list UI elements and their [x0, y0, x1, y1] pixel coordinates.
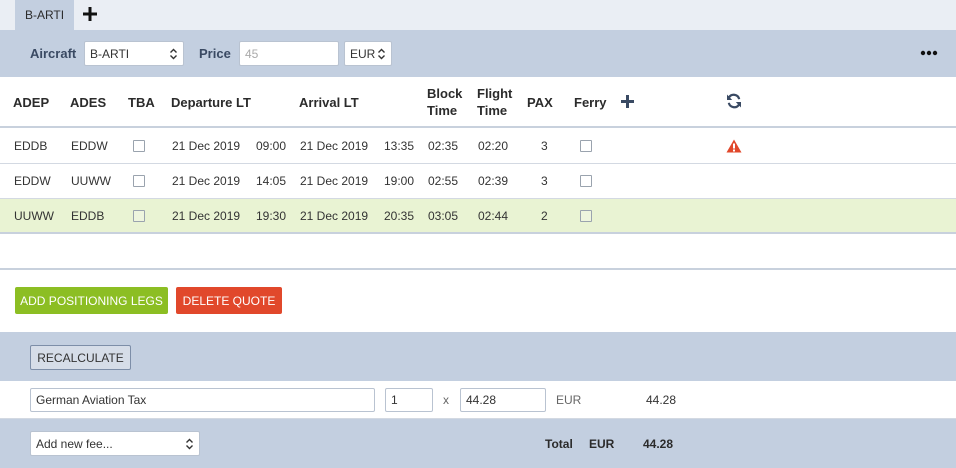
chevron-updown-icon: [170, 48, 177, 59]
tba-checkbox[interactable]: [133, 139, 145, 152]
fees-header-bar: RECALCULATE: [0, 332, 956, 381]
cell-pax[interactable]: 3: [541, 139, 548, 153]
col-flight-time-line2: Time: [477, 103, 508, 118]
cell-flight-time: 02:44: [478, 208, 509, 223]
fee-quantity-value: 1: [391, 393, 398, 407]
cell-ades[interactable]: UUWW: [71, 174, 111, 188]
table-row-selected[interactable]: UUWW EDDB 21 Dec 2019 19:30 21 Dec 2019 …: [0, 199, 956, 234]
col-ferry: Ferry: [574, 95, 607, 110]
quote-toolbar: Aircraft B-ARTI Price 45 EUR: [0, 30, 956, 77]
fee-unit-price-input[interactable]: 44.28: [460, 388, 546, 412]
currency-select[interactable]: EUR: [344, 41, 392, 66]
col-pax: PAX: [527, 95, 553, 110]
cell-arr-date[interactable]: 21 Dec 2019: [300, 209, 368, 223]
plus-icon: [83, 7, 97, 21]
cell-arr-time[interactable]: 13:35: [384, 139, 414, 153]
add-leg-plus-icon[interactable]: [621, 95, 634, 108]
recalculate-button[interactable]: RECALCULATE: [30, 345, 131, 370]
table-row[interactable]: EDDW UUWW 21 Dec 2019 14:05 21 Dec 2019 …: [0, 164, 956, 199]
cell-flight-time: 02:20: [478, 138, 509, 153]
cell-block-time: 03:05: [428, 208, 459, 223]
col-tba: TBA: [128, 95, 155, 110]
cell-adep[interactable]: UUWW: [14, 209, 54, 223]
ellipsis-icon[interactable]: [920, 49, 938, 57]
legs-table-header: ADEP ADES TBA Departure LT Arrival LT Bl…: [0, 77, 956, 128]
cell-dep-date[interactable]: 21 Dec 2019: [172, 139, 240, 153]
cell-flight-time: 02:39: [478, 174, 509, 188]
ferry-checkbox[interactable]: [580, 139, 592, 152]
cell-ades[interactable]: EDDW: [71, 139, 108, 153]
aircraft-select[interactable]: B-ARTI: [84, 41, 184, 66]
cell-arr-time[interactable]: 19:00: [384, 174, 414, 188]
col-block-time: Block Time: [427, 85, 462, 119]
cell-arr-date[interactable]: 21 Dec 2019: [300, 174, 368, 188]
fee-name-value: German Aviation Tax: [36, 393, 147, 407]
currency-value: EUR: [350, 46, 376, 61]
fee-multiplier: x: [443, 393, 449, 407]
tab-b-arti[interactable]: B-ARTI: [15, 0, 74, 30]
cell-adep[interactable]: EDDB: [14, 139, 47, 153]
cell-arr-time[interactable]: 20:35: [384, 209, 414, 223]
cell-dep-time[interactable]: 19:30: [256, 209, 286, 223]
total-label: Total: [545, 436, 573, 451]
tba-checkbox[interactable]: [133, 209, 145, 222]
fee-row: German Aviation Tax 1 x 44.28 EUR 44.28: [0, 381, 956, 419]
chevron-updown-icon: [186, 438, 193, 449]
tab-bar: B-ARTI: [0, 0, 956, 30]
cell-pax[interactable]: 3: [541, 174, 548, 188]
ferry-checkbox[interactable]: [580, 175, 592, 187]
add-tab-button[interactable]: [80, 3, 100, 25]
col-ades: ADES: [70, 95, 107, 110]
fee-quantity-input[interactable]: 1: [385, 388, 433, 412]
col-departure: Departure LT: [171, 95, 251, 110]
col-adep: ADEP: [13, 95, 50, 110]
cell-ades[interactable]: EDDB: [71, 209, 104, 223]
tba-checkbox[interactable]: [133, 175, 145, 187]
col-flight-time-line1: Flight: [477, 86, 513, 101]
price-placeholder: 45: [245, 46, 259, 61]
refresh-icon[interactable]: [726, 93, 742, 109]
total-currency: EUR: [589, 436, 615, 451]
price-label: Price: [199, 46, 231, 61]
cell-adep[interactable]: EDDW: [14, 174, 51, 188]
fee-amount: 44.28: [646, 393, 677, 407]
cell-dep-date[interactable]: 21 Dec 2019: [172, 209, 240, 223]
warning-triangle-icon[interactable]: [726, 139, 742, 153]
col-block-time-line1: Block: [427, 86, 463, 101]
cell-dep-time[interactable]: 14:05: [256, 174, 286, 188]
chevron-updown-icon: [378, 48, 385, 59]
add-fee-placeholder: Add new fee...: [36, 436, 113, 451]
col-arrival: Arrival LT: [299, 95, 359, 110]
delete-quote-button[interactable]: DELETE QUOTE: [176, 287, 282, 314]
add-fee-select[interactable]: Add new fee...: [30, 431, 200, 456]
total-value: 44.28: [643, 436, 674, 451]
cell-dep-date[interactable]: 21 Dec 2019: [172, 174, 240, 188]
price-input[interactable]: 45: [239, 41, 339, 66]
cell-arr-date[interactable]: 21 Dec 2019: [300, 139, 368, 153]
section-divider: [0, 268, 956, 270]
fee-unit-price-value: 44.28: [466, 393, 497, 407]
fee-currency: EUR: [556, 393, 582, 407]
table-row[interactable]: EDDB EDDW 21 Dec 2019 09:00 21 Dec 2019 …: [0, 128, 956, 164]
total-bar: Add new fee... Total EUR 44.28: [0, 419, 956, 468]
col-flight-time: Flight Time: [477, 85, 512, 119]
aircraft-value: B-ARTI: [90, 46, 130, 61]
cell-pax[interactable]: 2: [541, 209, 548, 223]
ferry-checkbox[interactable]: [580, 209, 592, 222]
tab-label: B-ARTI: [24, 8, 65, 22]
cell-block-time: 02:35: [428, 138, 459, 153]
fee-name-input[interactable]: German Aviation Tax: [30, 388, 375, 412]
aircraft-label: Aircraft: [30, 46, 77, 61]
add-positioning-legs-button[interactable]: ADD POSITIONING LEGS: [15, 287, 168, 314]
cell-dep-time[interactable]: 09:00: [256, 139, 286, 153]
cell-block-time: 02:55: [428, 174, 459, 188]
col-block-time-line2: Time: [427, 103, 458, 118]
